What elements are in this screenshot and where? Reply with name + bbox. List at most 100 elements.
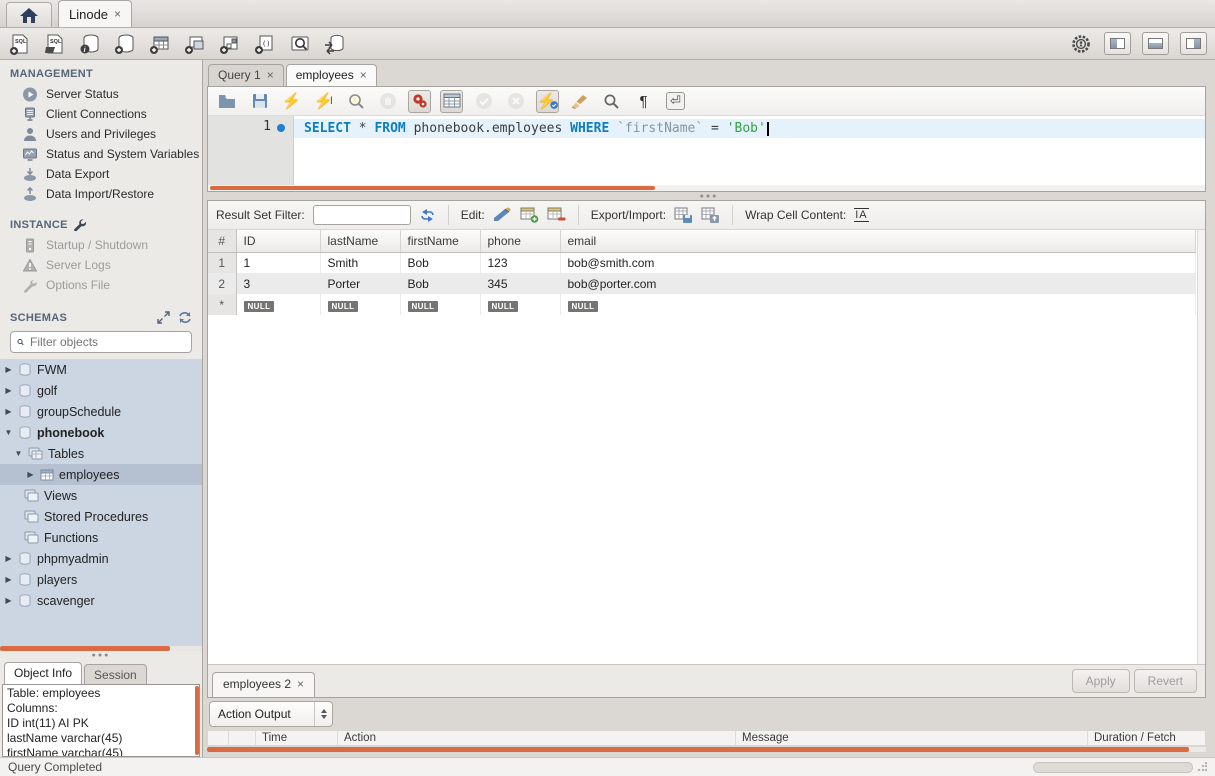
scrollbar-thumb[interactable]: [0, 646, 170, 651]
tree-item-schema[interactable]: ▶ FWM: [0, 359, 202, 380]
collapse-arrow-icon[interactable]: ▼: [14, 449, 23, 458]
tree-item-schema[interactable]: ▶ golf: [0, 380, 202, 401]
grid-cell[interactable]: Bob: [400, 252, 480, 273]
limit-rows-icon[interactable]: [440, 90, 463, 113]
result-filter-input[interactable]: [313, 205, 411, 225]
tab-query-1[interactable]: Query 1 ×: [208, 64, 284, 86]
grid-cell[interactable]: Bob: [400, 273, 480, 294]
schema-filter-input[interactable]: [30, 335, 185, 349]
create-schema-icon[interactable]: [113, 32, 137, 56]
scrollbar-thumb[interactable]: [210, 186, 655, 190]
sidebar-item-data-import[interactable]: Data Import/Restore: [0, 184, 202, 204]
create-view-icon[interactable]: [183, 32, 207, 56]
close-tab-icon[interactable]: ×: [114, 7, 121, 21]
sidebar-item-server-status[interactable]: Server Status: [0, 84, 202, 104]
scrollbar-thumb[interactable]: [207, 747, 1189, 752]
delete-row-icon[interactable]: [547, 207, 566, 223]
column-header-id[interactable]: ID: [236, 230, 320, 252]
grid-cell[interactable]: NULL: [400, 294, 480, 315]
grid-cell[interactable]: 1: [236, 252, 320, 273]
sidebar-item-status-system-variables[interactable]: Status and System Variables: [0, 144, 202, 164]
tab-employees[interactable]: employees ×: [286, 64, 377, 86]
grid-cell[interactable]: bob@porter.com: [560, 273, 1196, 294]
expand-arrow-icon[interactable]: ▶: [4, 554, 13, 563]
edit-cell-icon[interactable]: [493, 207, 512, 223]
sidebar-horizontal-scrollbar[interactable]: [0, 646, 202, 651]
grid-cell[interactable]: Porter: [320, 273, 400, 294]
expand-arrow-icon[interactable]: ▶: [26, 470, 35, 479]
column-header-phone[interactable]: phone: [480, 230, 560, 252]
tab-employees-2[interactable]: employees 2 ×: [212, 672, 315, 697]
commit-icon[interactable]: [472, 90, 495, 113]
grid-cell[interactable]: 3: [236, 273, 320, 294]
beautify-sql-icon[interactable]: [568, 90, 591, 113]
row-number-cell[interactable]: 1: [208, 252, 236, 273]
tree-item-stored-procedures[interactable]: Stored Procedures: [0, 506, 202, 527]
row-number-cell[interactable]: 2: [208, 273, 236, 294]
collapse-arrow-icon[interactable]: ▼: [4, 428, 13, 437]
expand-panel-icon[interactable]: [157, 311, 170, 324]
info-panel-scrollbar[interactable]: [195, 686, 199, 755]
grid-cell[interactable]: NULL: [480, 294, 560, 315]
row-number-cell[interactable]: *: [208, 294, 236, 315]
create-procedure-icon[interactable]: [218, 32, 242, 56]
grid-vertical-scrollbar[interactable]: [1197, 230, 1205, 664]
tree-item-schema-phonebook[interactable]: ▼ phonebook: [0, 422, 202, 443]
revert-button[interactable]: Revert: [1134, 669, 1197, 693]
sidebar-item-users-privileges[interactable]: Users and Privileges: [0, 124, 202, 144]
grid-cell[interactable]: 123: [480, 252, 560, 273]
toggle-word-wrap-icon[interactable]: ⏎: [664, 90, 687, 113]
save-icon[interactable]: [248, 90, 271, 113]
tree-item-table-employees[interactable]: ▶ employees: [0, 464, 202, 485]
tree-item-schema[interactable]: ▶ scavenger: [0, 590, 202, 611]
toggle-bottom-panel-button[interactable]: [1142, 32, 1169, 55]
sql-statement-line[interactable]: SELECT * FROM phonebook.employees WHERE …: [294, 119, 1205, 138]
grid-cell[interactable]: Smith: [320, 252, 400, 273]
statusbar-scrollbar-thumb[interactable]: [1033, 762, 1193, 773]
sidebar-item-options-file[interactable]: Options File: [0, 275, 202, 295]
toggle-right-sidebar-button[interactable]: [1180, 32, 1207, 55]
apply-button[interactable]: Apply: [1072, 669, 1130, 693]
editor-result-splitter[interactable]: ●●●: [203, 192, 1215, 200]
output-col-duration[interactable]: Duration / Fetch: [1088, 731, 1205, 745]
explain-query-icon[interactable]: [344, 90, 367, 113]
open-file-icon[interactable]: [216, 90, 239, 113]
output-col-message[interactable]: Message: [736, 731, 1088, 745]
search-table-data-icon[interactable]: [288, 32, 312, 56]
grid-cell[interactable]: NULL: [236, 294, 320, 315]
refresh-results-icon[interactable]: [419, 208, 436, 223]
sidebar-item-data-export[interactable]: Data Export: [0, 164, 202, 184]
column-header-rownum[interactable]: #: [208, 230, 236, 252]
toggle-stop-on-error-icon[interactable]: [408, 90, 431, 113]
column-header-email[interactable]: email: [560, 230, 1196, 252]
expand-arrow-icon[interactable]: ▶: [4, 596, 13, 605]
output-horizontal-scrollbar[interactable]: [207, 747, 1206, 752]
schema-inspector-icon[interactable]: i: [78, 32, 102, 56]
wrap-cell-content-icon[interactable]: IA: [854, 208, 868, 222]
tree-item-tables[interactable]: ▼ Tables: [0, 443, 202, 464]
tree-item-schema[interactable]: ▶ groupSchedule: [0, 401, 202, 422]
export-resultset-icon[interactable]: [674, 207, 693, 224]
output-col-action[interactable]: Action: [338, 731, 736, 745]
rollback-icon[interactable]: [504, 90, 527, 113]
execute-current-statement-icon[interactable]: ⚡I: [312, 90, 335, 113]
output-selector[interactable]: Action Output: [209, 701, 333, 727]
refresh-schemas-icon[interactable]: [178, 311, 192, 324]
tree-item-schema[interactable]: ▶ players: [0, 569, 202, 590]
expand-arrow-icon[interactable]: ▶: [4, 575, 13, 584]
open-sql-script-icon[interactable]: SQL: [43, 32, 67, 56]
show-invisible-characters-icon[interactable]: ¶: [632, 90, 655, 113]
column-header-firstname[interactable]: firstName: [400, 230, 480, 252]
tree-item-views[interactable]: Views: [0, 485, 202, 506]
resize-grip[interactable]: [1197, 762, 1207, 772]
reconnect-dbms-icon[interactable]: [323, 32, 347, 56]
grid-cell[interactable]: NULL: [560, 294, 1196, 315]
new-sql-tab-icon[interactable]: SQL: [8, 32, 32, 56]
sidebar-item-server-logs[interactable]: Server Logs: [0, 255, 202, 275]
expand-arrow-icon[interactable]: ▶: [4, 407, 13, 416]
close-tab-icon[interactable]: ×: [297, 677, 304, 691]
schema-filter-box[interactable]: [10, 331, 192, 353]
sidebar-item-startup-shutdown[interactable]: Startup / Shutdown: [0, 235, 202, 255]
grid-cell[interactable]: NULL: [320, 294, 400, 315]
home-tab[interactable]: [6, 2, 52, 27]
